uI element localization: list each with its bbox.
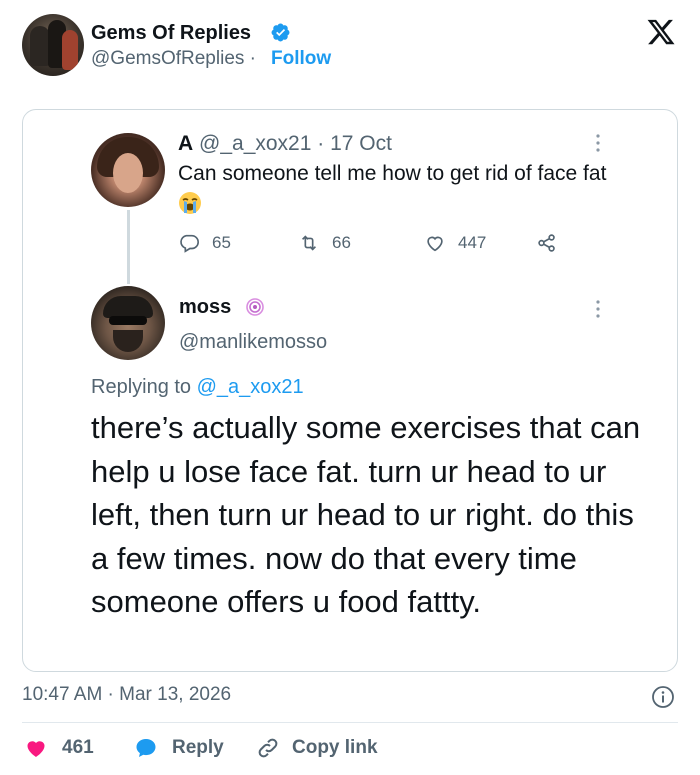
reply-count: 65 [178, 232, 231, 254]
loudly-crying-face-emoji [179, 192, 201, 214]
follow-link[interactable]: Follow [271, 48, 331, 70]
tweet-timestamp[interactable]: 10:47 AM · Mar 13, 2026 [22, 684, 231, 706]
more-options-icon [596, 300, 600, 318]
reply-bubble-icon [136, 739, 156, 757]
info-icon[interactable] [651, 685, 675, 709]
like-button[interactable]: 461 [24, 736, 94, 760]
share-icon [538, 234, 555, 252]
author-avatar[interactable] [22, 14, 84, 76]
retweet-count: 66 [298, 232, 351, 254]
original-avatar [91, 133, 165, 207]
reply-label: Reply [172, 737, 224, 758]
footer-divider [22, 722, 678, 723]
reply-author-handle: @manlikemosso [179, 331, 328, 353]
replying-to: Replying to @_a_xox21 [91, 376, 304, 398]
quoted-thread-card[interactable]: A @_a_xox21 · 17 Oct Can someone tell me… [22, 109, 678, 672]
retweet-icon [301, 235, 317, 251]
verified-badge-icon [271, 23, 290, 42]
spiral-icon [246, 298, 264, 316]
more-options-icon [596, 134, 600, 152]
reply-avatar [91, 286, 165, 360]
x-logo-icon[interactable] [646, 17, 676, 47]
reply-button[interactable]: Reply [134, 736, 224, 760]
reply-author-name: moss [179, 296, 232, 318]
original-author: A @_a_xox21 · 17 Oct [178, 132, 392, 155]
author-handle[interactable]: @GemsOfReplies · [91, 48, 256, 70]
copy-link-button[interactable]: Copy link [256, 736, 378, 760]
heart-outline-icon [427, 236, 443, 252]
mention-link: @_a_xox21 [196, 376, 304, 398]
thread-connector [127, 210, 130, 284]
original-tweet-text: Can someone tell me how to get rid of fa… [178, 158, 608, 220]
heart-icon [27, 741, 45, 757]
link-icon [258, 738, 278, 758]
like-count: 447 [424, 232, 486, 254]
reply-tweet-text: there’s actually some exercises that can… [91, 410, 641, 619]
like-count: 461 [62, 737, 94, 758]
tweet-embed: Gems Of Replies @GemsOfReplies · Follow … [0, 0, 700, 775]
original-actions: 65 66 447 [178, 232, 558, 254]
reply-icon [180, 234, 199, 253]
share-icon-wrap [536, 232, 570, 254]
author-name[interactable]: Gems Of Replies [91, 22, 251, 45]
copy-link-label: Copy link [292, 737, 378, 758]
